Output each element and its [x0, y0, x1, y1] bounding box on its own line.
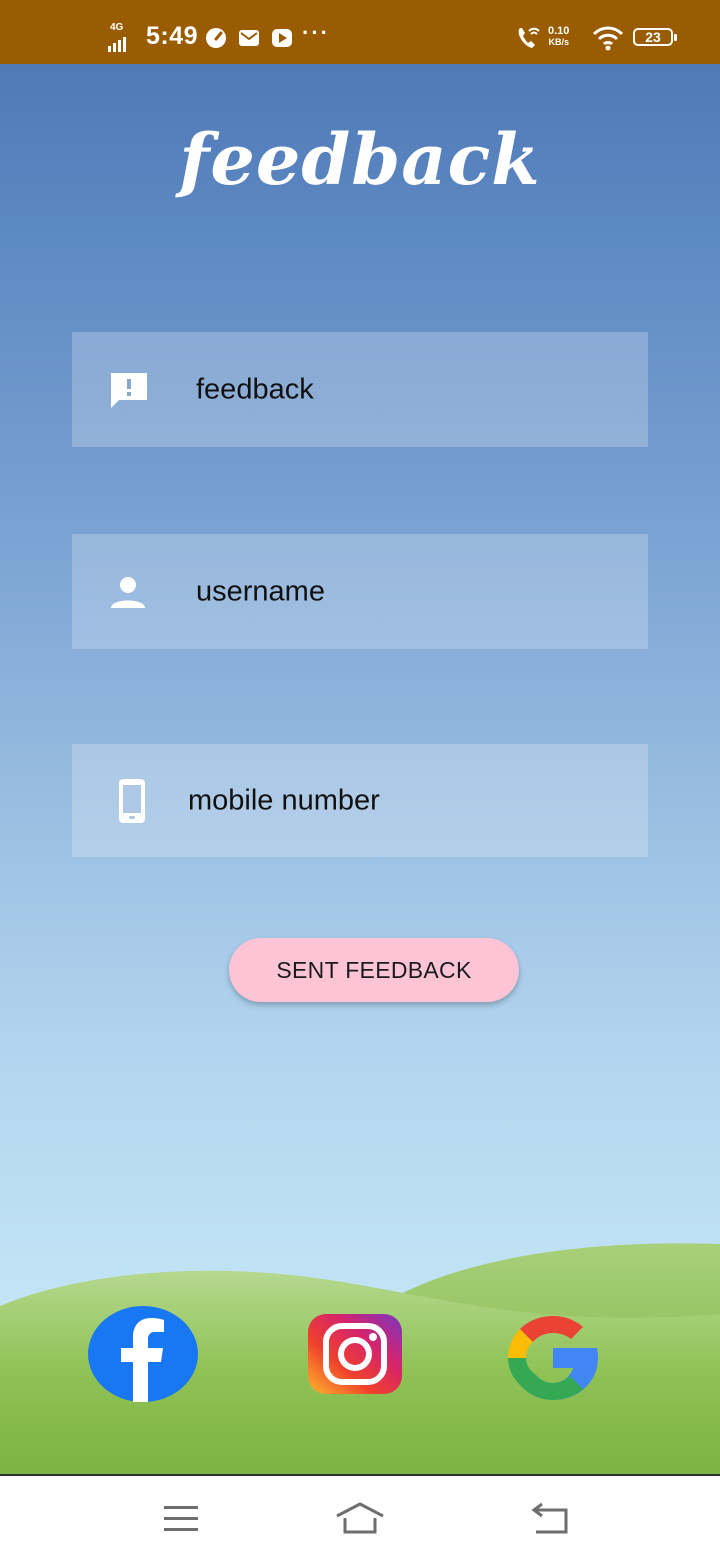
send-feedback-button[interactable]: SENT FEEDBACK: [229, 938, 519, 1002]
clock: 5:49: [146, 22, 199, 50]
youtube-icon: [272, 29, 292, 47]
facebook-icon[interactable]: [88, 1306, 198, 1402]
home-icon[interactable]: [335, 1502, 385, 1536]
navigation-bar: [0, 1474, 720, 1562]
person-icon: [111, 576, 145, 608]
username-input[interactable]: username: [196, 575, 325, 608]
feedback-icon: [111, 372, 147, 408]
network-type: 4G: [110, 22, 124, 33]
phone-icon: [119, 778, 145, 823]
back-icon[interactable]: [530, 1502, 570, 1536]
speed-unit: KB/s: [548, 37, 569, 47]
feedback-input[interactable]: feedback: [196, 373, 314, 406]
page-title: feedback: [179, 118, 541, 201]
feedback-screen: feedback feedback username mobile number…: [0, 64, 720, 1474]
mobile-field[interactable]: mobile number: [72, 744, 648, 857]
wifi-icon: [592, 26, 624, 51]
instagram-icon[interactable]: [308, 1314, 402, 1394]
battery-icon: 23: [633, 28, 677, 46]
status-bar: 4G 5:49 ··· 0.10 KB/s 23: [0, 0, 720, 64]
wifi-call-icon: [518, 27, 540, 48]
mail-icon: [239, 30, 259, 46]
google-icon[interactable]: [508, 1316, 598, 1400]
signal-icon: 4G: [108, 22, 138, 52]
menu-icon[interactable]: [162, 1502, 200, 1536]
feedback-field[interactable]: feedback: [72, 332, 648, 447]
speed-value: 0.10: [548, 25, 570, 37]
username-field[interactable]: username: [72, 534, 648, 649]
more-dots-icon: ···: [302, 20, 330, 45]
speedometer-icon: [206, 28, 226, 48]
network-speed: 0.10 KB/s: [548, 26, 569, 48]
mobile-input[interactable]: mobile number: [188, 784, 380, 817]
